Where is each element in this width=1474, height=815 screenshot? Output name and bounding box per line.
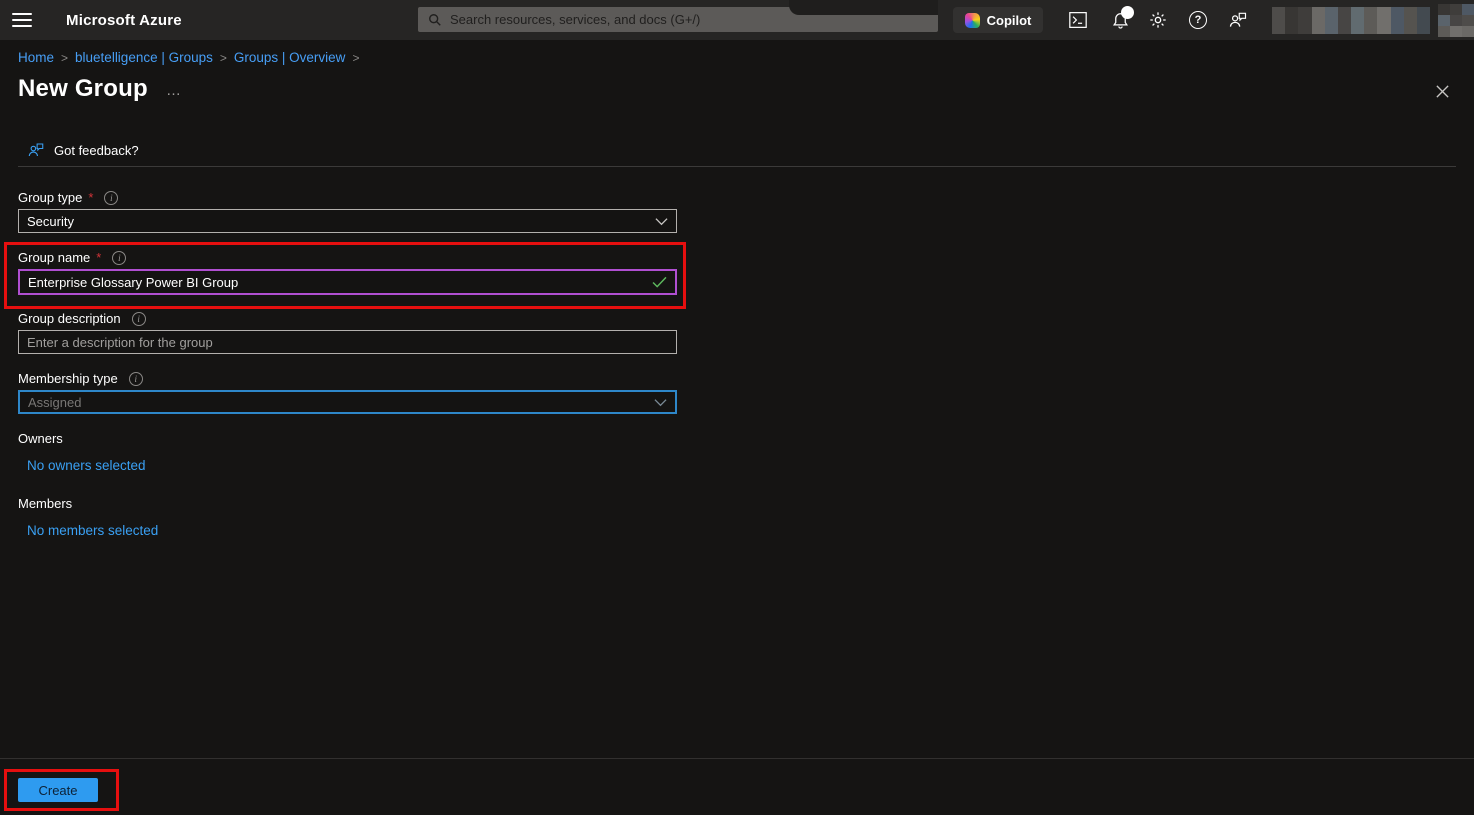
settings-gear-icon[interactable] <box>1141 4 1175 36</box>
breadcrumb-home[interactable]: Home <box>18 50 54 65</box>
breadcrumb: Home > bluetelligence | Groups > Groups … <box>18 50 359 65</box>
group-description-label-row: Group description i <box>18 311 146 326</box>
notifications-bell-icon[interactable] <box>1103 4 1137 36</box>
close-icon[interactable] <box>1433 82 1451 100</box>
top-bar: Microsoft Azure Search resources, servic… <box>0 0 1474 40</box>
account-info-blurred[interactable] <box>1272 7 1430 34</box>
feedback-person-icon <box>27 141 45 159</box>
owners-label: Owners <box>18 431 63 446</box>
info-icon[interactable]: i <box>104 191 118 205</box>
breadcrumb-tenant-groups[interactable]: bluetelligence | Groups <box>75 50 213 65</box>
membership-type-label-row: Membership type i <box>18 371 143 386</box>
avatar-blurred[interactable] <box>1438 4 1474 37</box>
chevron-down-icon <box>655 217 668 226</box>
brand-title[interactable]: Microsoft Azure <box>66 0 182 40</box>
header-divider <box>18 166 1456 167</box>
footer-divider <box>0 758 1474 759</box>
group-description-label: Group description <box>18 311 121 326</box>
feedback-person-icon[interactable] <box>1221 4 1255 36</box>
info-icon[interactable]: i <box>112 251 126 265</box>
info-icon[interactable]: i <box>132 312 146 326</box>
breadcrumb-groups-overview[interactable]: Groups | Overview <box>234 50 346 65</box>
chevron-down-icon <box>654 398 667 407</box>
cloud-shell-icon[interactable] <box>1061 4 1095 36</box>
group-name-label-row: Group name * i <box>18 250 126 265</box>
copilot-icon <box>965 13 980 28</box>
group-type-dropdown[interactable]: Security <box>18 209 677 233</box>
search-placeholder: Search resources, services, and docs (G+… <box>450 12 700 27</box>
copilot-button[interactable]: Copilot <box>953 7 1043 33</box>
group-name-input[interactable]: Enterprise Glossary Power BI Group <box>18 269 677 295</box>
flyout-notch <box>789 0 938 15</box>
group-description-input[interactable]: Enter a description for the group <box>18 330 677 354</box>
no-members-selected-link[interactable]: No members selected <box>27 523 158 538</box>
create-button[interactable]: Create <box>18 778 98 802</box>
group-type-value: Security <box>27 214 74 229</box>
membership-type-label: Membership type <box>18 371 118 386</box>
breadcrumb-separator: > <box>352 51 359 65</box>
group-name-label: Group name <box>18 250 90 265</box>
search-icon <box>428 13 442 27</box>
breadcrumb-separator: > <box>61 51 68 65</box>
valid-check-icon <box>652 276 667 288</box>
required-asterisk: * <box>88 190 93 205</box>
membership-type-value: Assigned <box>28 395 81 410</box>
no-owners-selected-link[interactable]: No owners selected <box>27 458 146 473</box>
info-icon[interactable]: i <box>129 372 143 386</box>
group-type-label-row: Group type * i <box>18 190 118 205</box>
group-description-placeholder: Enter a description for the group <box>27 335 213 350</box>
required-asterisk: * <box>96 250 101 265</box>
help-icon[interactable]: ? <box>1181 4 1215 36</box>
membership-type-dropdown[interactable]: Assigned <box>18 390 677 414</box>
got-feedback-label: Got feedback? <box>54 143 139 158</box>
page-title: New Group <box>18 75 148 103</box>
members-label: Members <box>18 496 72 511</box>
group-name-value: Enterprise Glossary Power BI Group <box>28 275 238 290</box>
got-feedback-link[interactable]: Got feedback? <box>27 141 139 159</box>
more-actions-icon[interactable]: … <box>166 82 182 99</box>
hamburger-menu-icon[interactable] <box>12 13 32 27</box>
group-type-label: Group type <box>18 190 82 205</box>
breadcrumb-separator: > <box>220 51 227 65</box>
notification-badge <box>1121 6 1134 19</box>
